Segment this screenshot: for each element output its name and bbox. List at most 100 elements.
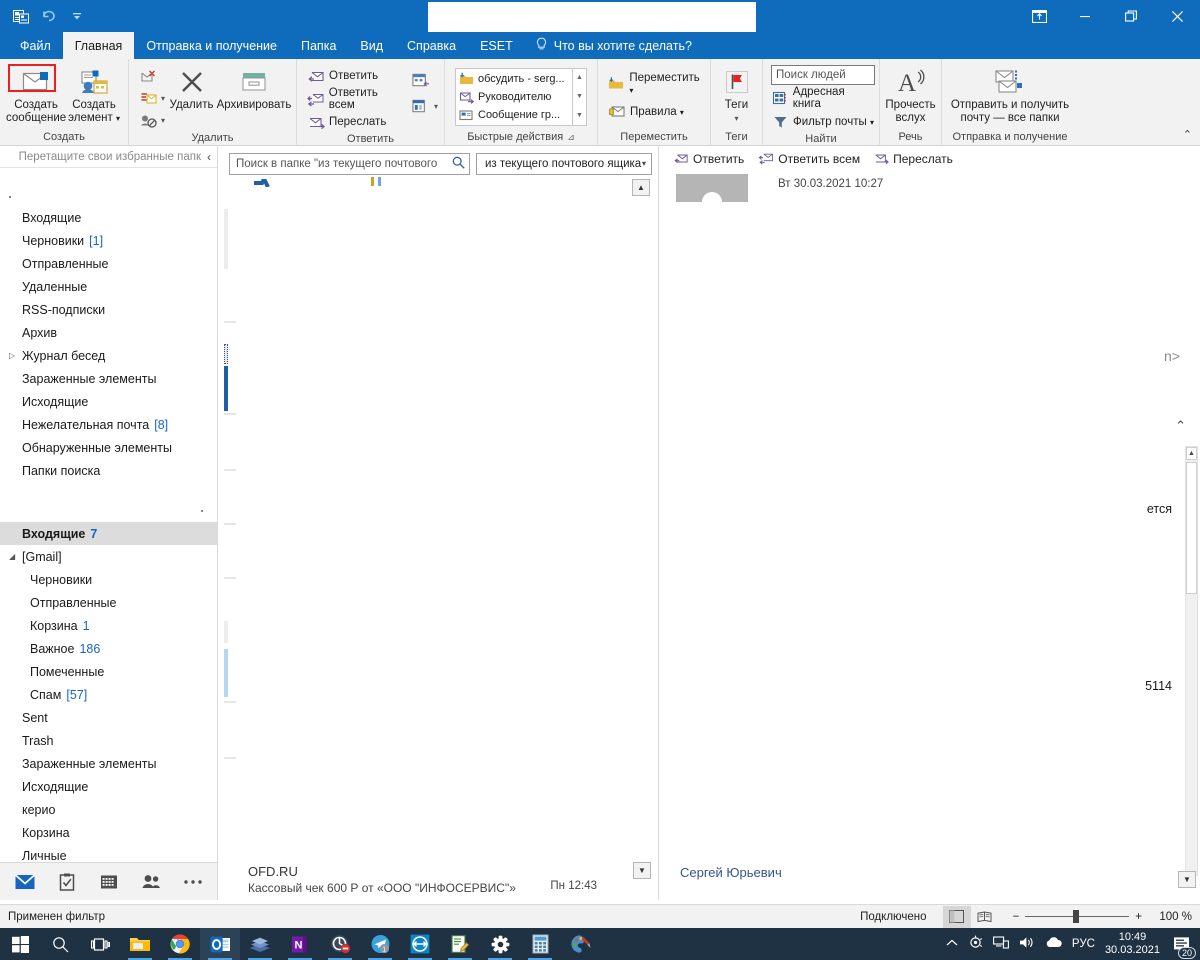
- collapse-header-icon[interactable]: ⌃: [1175, 418, 1186, 434]
- tags-button[interactable]: Теги ▾: [717, 63, 756, 125]
- minimize-button[interactable]: [1062, 0, 1108, 32]
- folder-item[interactable]: Обнаруженные элементы: [0, 436, 217, 459]
- message-row-marker[interactable]: [224, 701, 236, 703]
- restore-button[interactable]: [1108, 0, 1154, 32]
- ignore-button[interactable]: [139, 65, 165, 87]
- quick-steps-expand[interactable]: ▼: [573, 106, 586, 125]
- zoom-out-button[interactable]: −: [1013, 911, 1020, 923]
- folder-item[interactable]: Черновики: [0, 568, 217, 591]
- outlook-logo-icon[interactable]: [8, 4, 34, 28]
- tell-me-box[interactable]: Что вы хотите сделать?: [525, 32, 702, 59]
- tab-folder[interactable]: Папка: [289, 32, 348, 59]
- folder-item[interactable]: Нежелательная почта [8]: [0, 413, 217, 436]
- folder-item[interactable]: Личные: [0, 844, 217, 863]
- quick-step-item[interactable]: обсудить - serg...: [459, 70, 569, 88]
- title-text-field[interactable]: [428, 2, 756, 34]
- folder-item[interactable]: Зараженные элементы: [0, 752, 217, 775]
- reading-pane-scrollbar[interactable]: ▲: [1185, 446, 1198, 876]
- folder-item[interactable]: Корзина: [0, 821, 217, 844]
- paint-icon[interactable]: [560, 928, 600, 960]
- outlook-taskbar-icon[interactable]: [200, 928, 240, 960]
- chevron-right-icon[interactable]: ▷: [9, 351, 15, 360]
- archive-button[interactable]: Архивировать: [217, 63, 291, 112]
- message-row-marker[interactable]: [224, 757, 236, 759]
- message-row-marker[interactable]: [224, 577, 236, 579]
- tags-dropdown-arrow[interactable]: ▾: [734, 112, 738, 125]
- message-row-selected-marker[interactable]: [224, 344, 228, 364]
- onenote-icon[interactable]: N: [280, 928, 320, 960]
- network-icon[interactable]: [992, 936, 1009, 952]
- quick-steps-scroll-down[interactable]: ▼: [573, 87, 586, 106]
- favorites-drop-area[interactable]: [0, 168, 217, 184]
- security-app-icon[interactable]: [320, 928, 360, 960]
- start-button[interactable]: [0, 928, 40, 960]
- junk-button[interactable]: ▾: [139, 109, 165, 131]
- tab-home[interactable]: Главная: [62, 32, 135, 59]
- tab-file[interactable]: Файл: [8, 32, 63, 59]
- quick-steps-scroll[interactable]: ▲ ▼ ▼: [573, 67, 587, 126]
- folder-item[interactable]: ◢ [Gmail]: [0, 545, 217, 568]
- zoom-percent-label[interactable]: 100 %: [1148, 911, 1192, 923]
- search-input[interactable]: Поиск в папке "из текущего почтового: [229, 152, 470, 175]
- more-respond-dropdown-arrow[interactable]: ▾: [434, 102, 438, 111]
- settings-gear-icon[interactable]: [480, 928, 520, 960]
- message-row-marker[interactable]: [224, 209, 228, 269]
- message-row-marker[interactable]: [224, 523, 236, 525]
- cleanup-dropdown-arrow[interactable]: ▾: [161, 94, 165, 103]
- undo-icon[interactable]: [36, 4, 62, 28]
- folder-item[interactable]: ▷ Журнал бесед: [0, 344, 217, 367]
- folder-item[interactable]: Архив: [0, 321, 217, 344]
- ribbon-display-options-button[interactable]: [1016, 0, 1062, 32]
- reading-pane-scroll-down-button[interactable]: ▼: [1178, 871, 1196, 888]
- folder-item[interactable]: Зараженные элементы: [0, 367, 217, 390]
- folder-item[interactable]: Sent: [0, 706, 217, 729]
- show-hidden-icons-button[interactable]: [946, 938, 958, 950]
- forward-button[interactable]: Переслать: [874, 152, 953, 166]
- clock[interactable]: 10:49 30.03.2021: [1105, 931, 1160, 957]
- tab-eset[interactable]: ESET: [468, 32, 525, 59]
- task-view-icon[interactable]: [80, 928, 120, 960]
- teamviewer-icon[interactable]: [400, 928, 440, 960]
- close-button[interactable]: [1154, 0, 1200, 32]
- people-search-input[interactable]: Поиск людей: [771, 65, 875, 85]
- notepad-editor-icon[interactable]: [440, 928, 480, 960]
- folder-item[interactable]: Папки поиска: [0, 459, 217, 482]
- folder-item[interactable]: Черновики [1]: [0, 229, 217, 252]
- chrome-icon[interactable]: [160, 928, 200, 960]
- zoom-slider[interactable]: [1025, 910, 1130, 923]
- quick-step-item[interactable]: Руководителю: [459, 88, 569, 106]
- more-options-icon[interactable]: [182, 871, 204, 893]
- message-row-marker[interactable]: [224, 649, 228, 697]
- meeting-button[interactable]: [412, 69, 438, 91]
- account-1-header[interactable]: [0, 184, 217, 206]
- mail-icon[interactable]: [14, 871, 36, 893]
- rules-button[interactable]: Правила ▾: [608, 101, 704, 123]
- collapse-folder-pane-icon[interactable]: ‹: [207, 150, 211, 164]
- junk-dropdown-arrow[interactable]: ▾: [161, 116, 165, 125]
- chevron-down-icon[interactable]: ◢: [9, 552, 15, 561]
- zoom-control[interactable]: − + 100 %: [999, 910, 1192, 923]
- reply-button[interactable]: Ответить: [307, 65, 406, 87]
- volume-icon[interactable]: [1019, 936, 1035, 952]
- language-indicator[interactable]: РУС: [1072, 938, 1095, 950]
- message-row-marker[interactable]: [224, 321, 236, 323]
- chevron-down-icon[interactable]: [64, 4, 90, 28]
- send-receive-all-button[interactable]: Отправить и получить почту — все папки: [948, 63, 1072, 125]
- folder-item[interactable]: Исходящие: [0, 390, 217, 413]
- message-row[interactable]: OFD.RU Кассовый чек 600 Р от «ООО "ИНФОС…: [219, 860, 659, 900]
- scroll-up-button[interactable]: ▲: [632, 179, 650, 196]
- folder-item[interactable]: Входящие: [0, 206, 217, 229]
- telegram-icon[interactable]: 1: [360, 928, 400, 960]
- read-aloud-button[interactable]: A Прочесть вслух: [885, 63, 936, 125]
- eset-tray-icon[interactable]: [968, 935, 983, 953]
- calculator-icon[interactable]: [520, 928, 560, 960]
- calendar-icon[interactable]: [98, 871, 120, 893]
- folder-item[interactable]: Отправленные: [0, 591, 217, 614]
- new-item-button[interactable]: Создать элемент ▾: [66, 63, 122, 125]
- new-email-button[interactable]: Создать сообщение: [6, 63, 66, 125]
- reading-view-button[interactable]: [971, 906, 999, 928]
- search-icon[interactable]: [452, 156, 465, 172]
- scrollbar-thumb[interactable]: [1186, 462, 1197, 594]
- books-app-icon[interactable]: [240, 928, 280, 960]
- folder-item[interactable]: Спам [57]: [0, 683, 217, 706]
